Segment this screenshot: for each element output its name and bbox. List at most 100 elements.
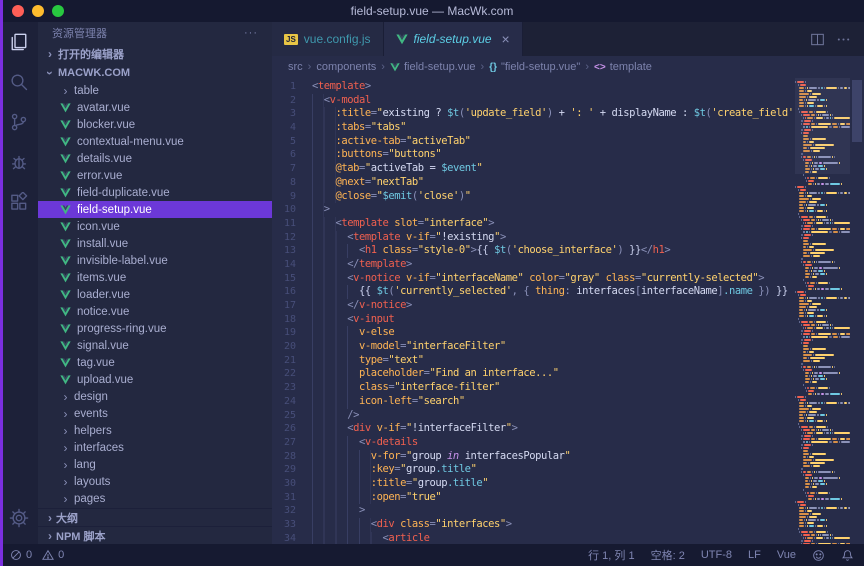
code-line[interactable]: 13 <h1 class="style-0">{{ $t('choose_int…	[272, 244, 795, 258]
code-token: "search"	[418, 395, 465, 409]
tree-item-contextual-menu.vue[interactable]: contextual-menu.vue	[38, 133, 272, 150]
tree-item-details.vue[interactable]: details.vue	[38, 150, 272, 167]
breadcrumb-item[interactable]: field-setup.vue	[390, 61, 476, 73]
code-line[interactable]: 27 <v-details	[272, 436, 795, 450]
sidebar-more-icon[interactable]: ···	[244, 27, 258, 39]
code-line[interactable]: 16 {{ $t('currently_selected', { thing: …	[272, 285, 795, 299]
language-mode[interactable]: Vue	[777, 549, 796, 561]
tree-item-avatar.vue[interactable]: avatar.vue	[38, 99, 272, 116]
code-line[interactable]: 26 <div v-if="!interfaceFilter">	[272, 422, 795, 436]
code-line[interactable]: 28 v-for="group in interfacesPopular"	[272, 450, 795, 464]
code-line[interactable]: 8 @next="nextTab"	[272, 176, 795, 190]
code-line[interactable]: 7 @tab="activeTab = $event"	[272, 162, 795, 176]
vue-file-icon	[60, 289, 72, 301]
close-icon[interactable]: ×	[502, 31, 510, 47]
tree-item-invisible-label.vue[interactable]: invisible-label.vue	[38, 252, 272, 269]
split-editor-icon[interactable]	[804, 26, 830, 52]
code-line[interactable]: 11 <template slot="interface">	[272, 217, 795, 231]
close-window-button[interactable]	[12, 5, 24, 17]
tree-item-interfaces[interactable]: ›interfaces	[38, 439, 272, 456]
tree-item-table[interactable]: ›table	[38, 82, 272, 99]
code-line[interactable]: 32 >	[272, 504, 795, 518]
code-line[interactable]: 14 </template>	[272, 258, 795, 272]
search-icon[interactable]	[0, 62, 38, 102]
minimap-line	[795, 213, 850, 215]
code-line[interactable]: 12 <template v-if="!existing">	[272, 231, 795, 245]
code-line[interactable]: 2 <v-modal	[272, 94, 795, 108]
tree-item-tag.vue[interactable]: tag.vue	[38, 354, 272, 371]
code-line[interactable]: 15 <v-notice v-if="interfaceName" color=…	[272, 272, 795, 286]
tree-item-error.vue[interactable]: error.vue	[38, 167, 272, 184]
code-line[interactable]: 29 :key="group.title"	[272, 463, 795, 477]
code-line[interactable]: 6 :buttons="buttons"	[272, 148, 795, 162]
tree-item-lang[interactable]: ›lang	[38, 456, 272, 473]
cursor-position[interactable]: 行 1, 列 1	[588, 547, 634, 563]
code-line[interactable]: 21 type="text"	[272, 354, 795, 368]
minimize-window-button[interactable]	[32, 5, 44, 17]
tree-item-blocker.vue[interactable]: blocker.vue	[38, 116, 272, 133]
tree-item-field-duplicate.vue[interactable]: field-duplicate.vue	[38, 184, 272, 201]
code-line[interactable]: 33 <div class="interfaces">	[272, 518, 795, 532]
tree-item-label: field-duplicate.vue	[77, 187, 170, 199]
tree-item-items.vue[interactable]: items.vue	[38, 269, 272, 286]
tree-item-pages[interactable]: ›pages	[38, 490, 272, 507]
tree-item-progress-ring.vue[interactable]: progress-ring.vue	[38, 320, 272, 337]
settings-icon[interactable]	[0, 498, 38, 538]
code-line[interactable]: 19 v-else	[272, 326, 795, 340]
tree-item-loader.vue[interactable]: loader.vue	[38, 286, 272, 303]
code-line[interactable]: 3 :title="existing ? $t('update_field') …	[272, 107, 795, 121]
code-area[interactable]: 1<template>2 <v-modal3 :title="existing …	[272, 78, 795, 544]
breadcrumb-item[interactable]: {}"field-setup.vue"	[489, 61, 580, 73]
code-token: :title	[336, 107, 371, 121]
tree-item-field-setup.vue[interactable]: field-setup.vue	[38, 201, 272, 218]
source-control-icon[interactable]	[0, 102, 38, 142]
code-line[interactable]: 18 <v-input	[272, 313, 795, 327]
explorer-icon[interactable]	[0, 22, 38, 62]
minimap[interactable]	[795, 78, 850, 544]
code-line[interactable]: 25 />	[272, 409, 795, 423]
code-line[interactable]: 5 :active-tab="activeTab"	[272, 135, 795, 149]
code-line[interactable]: 9 @close="$emit('close')"	[272, 190, 795, 204]
tree-item-icon.vue[interactable]: icon.vue	[38, 218, 272, 235]
notifications-bell-icon[interactable]	[841, 549, 854, 562]
extensions-icon[interactable]	[0, 182, 38, 222]
code-line[interactable]: 24 icon-left="search"	[272, 395, 795, 409]
problems-status[interactable]: 0 0	[10, 549, 64, 561]
tree-item-notice.vue[interactable]: notice.vue	[38, 303, 272, 320]
tab-field-setup.vue[interactable]: field-setup.vue×	[384, 22, 523, 56]
scrollbar-thumb[interactable]	[852, 80, 862, 142]
code-line[interactable]: 17 </v-notice>	[272, 299, 795, 313]
tree-item-upload.vue[interactable]: upload.vue	[38, 371, 272, 388]
code-line[interactable]: 20 v-model="interfaceFilter"	[272, 340, 795, 354]
tree-item-design[interactable]: ›design	[38, 388, 272, 405]
code-line[interactable]: 10 >	[272, 203, 795, 217]
code-line[interactable]: 4 :tabs="tabs"	[272, 121, 795, 135]
tree-item-layouts[interactable]: ›layouts	[38, 473, 272, 490]
outline-section[interactable]: › 大纲	[38, 508, 272, 526]
eol-setting[interactable]: LF	[748, 549, 761, 561]
npm-scripts-section[interactable]: › NPM 脚本	[38, 526, 272, 544]
maximize-window-button[interactable]	[52, 5, 64, 17]
tree-item-install.vue[interactable]: install.vue	[38, 235, 272, 252]
code-line[interactable]: 23 class="interface-filter"	[272, 381, 795, 395]
workspace-section[interactable]: › MACWK.COM	[38, 63, 272, 82]
code-line[interactable]: 1<template>	[272, 80, 795, 94]
breadcrumb-item[interactable]: components	[316, 61, 376, 73]
code-line[interactable]: 34 <article	[272, 532, 795, 544]
tree-item-helpers[interactable]: ›helpers	[38, 422, 272, 439]
encoding-setting[interactable]: UTF-8	[701, 549, 732, 561]
feedback-smiley-icon[interactable]	[812, 549, 825, 562]
more-actions-icon[interactable]	[830, 26, 856, 52]
vertical-scrollbar[interactable]	[850, 78, 864, 544]
breadcrumb-item[interactable]: src	[288, 61, 303, 73]
code-line[interactable]: 31 :open="true"	[272, 491, 795, 505]
code-line[interactable]: 22 placeholder="Find an interface..."	[272, 367, 795, 381]
breadcrumb-item[interactable]: <>template	[594, 61, 652, 73]
code-line[interactable]: 30 :title="group.title"	[272, 477, 795, 491]
indentation-setting[interactable]: 空格: 2	[651, 547, 685, 563]
debug-icon[interactable]	[0, 142, 38, 182]
open-editors-section[interactable]: › 打开的编辑器	[38, 44, 272, 63]
tab-vue.config.js[interactable]: JSvue.config.js	[272, 22, 384, 56]
tree-item-events[interactable]: ›events	[38, 405, 272, 422]
tree-item-signal.vue[interactable]: signal.vue	[38, 337, 272, 354]
